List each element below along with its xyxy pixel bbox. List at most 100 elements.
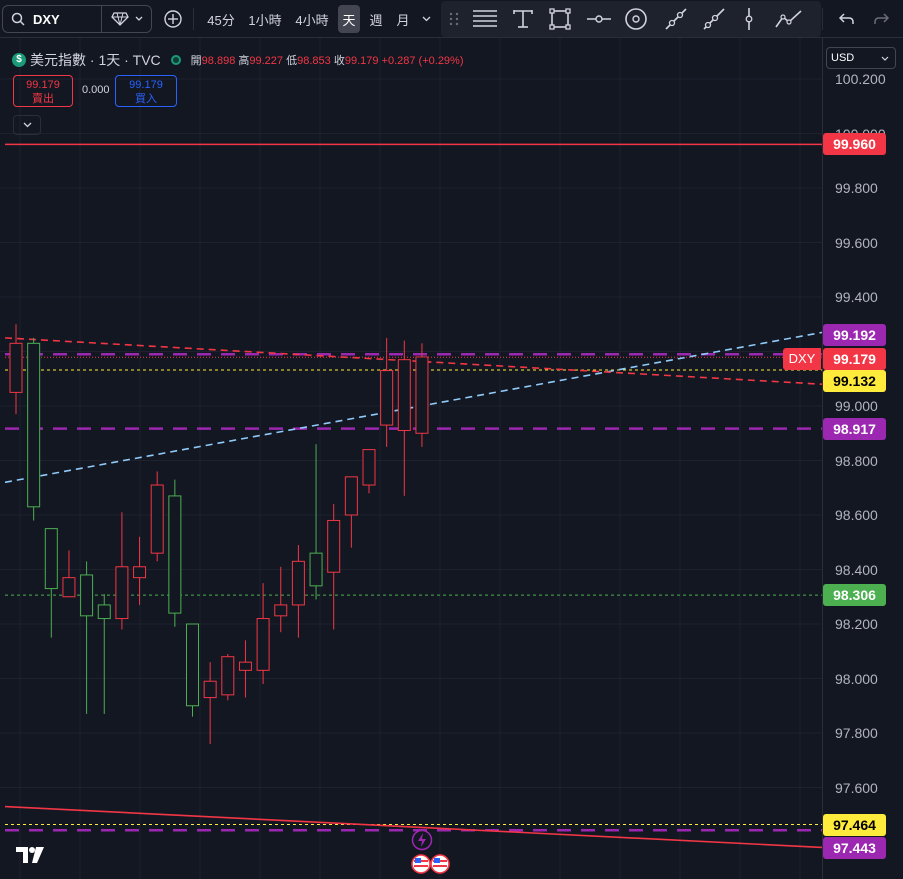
collapse-legend-button[interactable]: [13, 115, 41, 135]
candle: [150, 471, 164, 562]
axis-tick-label: 99.600: [835, 234, 878, 251]
candle: [62, 550, 76, 598]
candle-body: [309, 552, 323, 587]
interval-1d[interactable]: 天: [338, 5, 360, 33]
candle: [27, 337, 41, 521]
chevron-down-icon[interactable]: [135, 16, 143, 22]
candle-body: [168, 495, 182, 614]
buy-price: 99.179: [129, 79, 163, 91]
candle: [397, 340, 411, 496]
price-level-tag: 99.179: [823, 348, 886, 370]
candle: [186, 623, 199, 717]
text-lines-icon[interactable]: [472, 8, 498, 30]
rectangle-tool-icon[interactable]: [549, 8, 571, 30]
candle-body: [133, 566, 147, 579]
candle-body: [397, 359, 411, 432]
sell-button[interactable]: 99.179 賣出: [13, 75, 73, 107]
currency-select[interactable]: USD: [826, 47, 896, 69]
drawing-toolbar: [441, 1, 821, 37]
candle-body: [238, 661, 252, 671]
interval-45m[interactable]: 45分: [203, 5, 239, 33]
price-level-tag: 98.917: [823, 417, 886, 440]
candle-body: [291, 560, 305, 606]
undo-button[interactable]: [835, 5, 857, 33]
symbol-search[interactable]: DXY: [2, 5, 152, 33]
axis-tick-label: 97.600: [835, 779, 878, 796]
add-circle-icon: [164, 10, 182, 28]
currency-label: USD: [831, 52, 855, 64]
circle-target-icon[interactable]: [624, 7, 648, 31]
sell-label: 賣出: [32, 93, 54, 105]
chevron-down-icon: [881, 56, 889, 61]
candle: [327, 504, 341, 630]
candle: [168, 479, 182, 627]
price-level-tag: 99.132: [823, 370, 886, 392]
undo-icon: [838, 13, 854, 24]
candle: [238, 640, 252, 698]
candle-body: [115, 566, 129, 620]
axis-tick-label: 98.800: [835, 452, 878, 469]
price-level-tag: 97.443: [823, 837, 886, 859]
candle-body: [62, 577, 76, 598]
price-level-tag: 98.306: [823, 584, 886, 607]
price-chart[interactable]: [0, 38, 903, 879]
chevron-down-icon: [23, 122, 31, 128]
candle-body: [380, 370, 394, 426]
candle: [115, 512, 129, 630]
candle-body: [344, 476, 358, 516]
drag-handle-icon[interactable]: [449, 12, 459, 26]
axis-tick-label: 99.400: [835, 289, 878, 305]
candle-body: [362, 449, 376, 486]
drawings: [4, 143, 823, 849]
candle-body: [203, 680, 217, 699]
price-level-tag: 97.464: [823, 814, 886, 836]
interval-dropdown[interactable]: [418, 5, 434, 33]
candle-body: [80, 574, 94, 617]
chevron-down-icon: [422, 16, 430, 22]
lightning-event-icon[interactable]: [411, 829, 433, 851]
compare-button[interactable]: [160, 5, 186, 33]
price-axis[interactable]: 100.200100.00099.80099.60099.40099.00098…: [822, 38, 903, 879]
candle: [97, 594, 111, 714]
trend-line-red-dashed: [4, 337, 823, 385]
candle-body: [9, 342, 23, 393]
candle: [415, 343, 429, 447]
us-flag-event-icon[interactable]: [411, 854, 451, 874]
axis-tick-label: 99.800: [835, 180, 878, 196]
text-tool-icon[interactable]: [512, 8, 534, 30]
axis-tick-label: 98.600: [835, 507, 878, 523]
interval-1w[interactable]: 週: [364, 5, 388, 33]
candle: [221, 653, 235, 701]
symbol-label: DXY: [33, 12, 60, 27]
interval-1h[interactable]: 1小時: [244, 5, 286, 33]
candle-body: [256, 618, 270, 671]
interval-1m[interactable]: 月: [392, 5, 414, 33]
buy-button[interactable]: 99.179 買入: [115, 75, 177, 107]
candle-body: [327, 519, 341, 573]
redo-button[interactable]: [871, 5, 893, 33]
candles: [9, 324, 429, 744]
grid-lines: [0, 38, 822, 879]
candle: [362, 449, 376, 494]
axis-tick-label: 98.400: [835, 561, 878, 578]
tradingview-logo: [16, 847, 44, 863]
horizontal-ray-icon[interactable]: [586, 8, 612, 30]
symbol-price-tag: DXY: [783, 348, 821, 370]
path-tool-icon[interactable]: [775, 8, 803, 30]
sell-price: 99.179: [26, 79, 60, 91]
redo-icon: [874, 13, 890, 24]
candle: [80, 561, 94, 714]
candle-body: [27, 342, 41, 508]
axis-tick-label: 100.200: [835, 71, 886, 87]
trend-line-icon[interactable]: [664, 7, 688, 31]
chart-title: 美元指數 · 1天 · TVC: [30, 52, 161, 68]
candle-body: [44, 528, 58, 590]
axis-tick-label: 97.800: [835, 725, 878, 741]
search-icon: [11, 12, 25, 26]
ray-line-icon[interactable]: [702, 7, 726, 31]
diamond-icon[interactable]: [111, 12, 129, 26]
vertical-line-icon[interactable]: [742, 7, 756, 31]
spread-value: 0.000: [82, 84, 110, 96]
interval-4h[interactable]: 4小時: [290, 5, 334, 33]
axis-tick-label: 98.000: [835, 670, 878, 687]
